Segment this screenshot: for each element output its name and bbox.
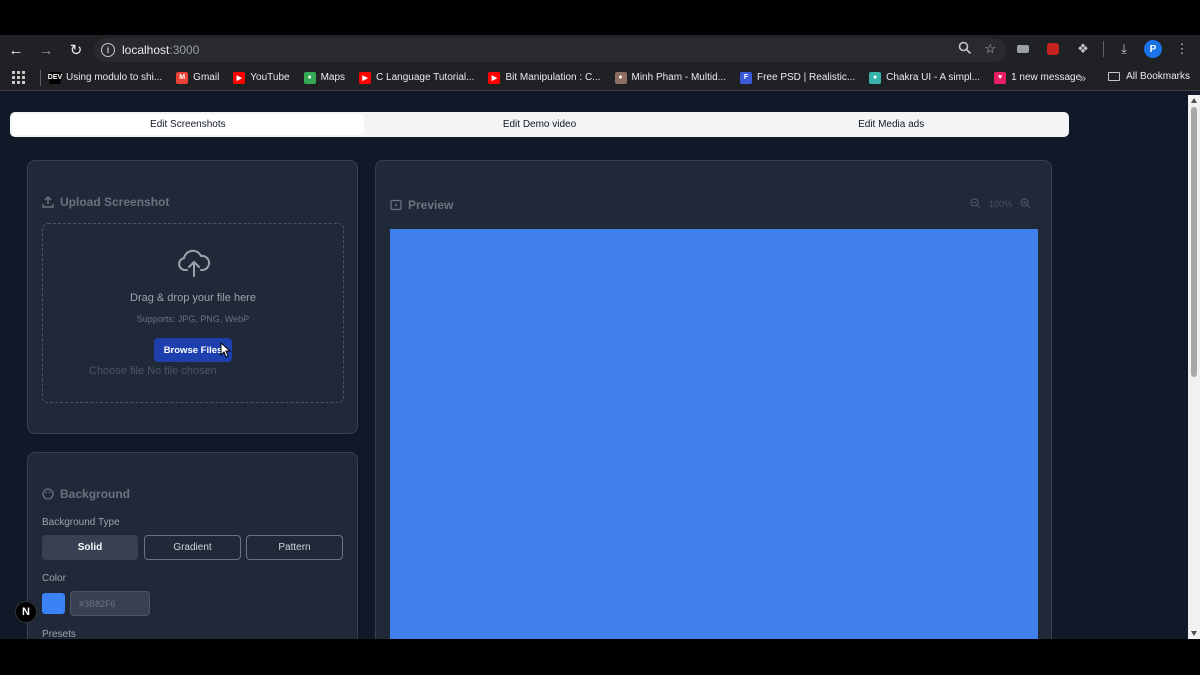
extension-icon[interactable] [1013, 39, 1033, 59]
bookmark-label: C Language Tutorial... [376, 72, 475, 83]
bookmark-favicon-icon: ● [614, 71, 627, 84]
nextjs-dev-badge[interactable]: N [15, 601, 37, 623]
preview-card: Preview 100% [375, 160, 1052, 639]
bookmark-label: 1 new message [1011, 72, 1082, 83]
bookmark-favicon-icon: ● [869, 71, 882, 84]
bookmark-favicon-icon: ▶ [359, 71, 372, 84]
bookmark-item[interactable]: ▶ YouTube [233, 71, 290, 84]
upload-card-title: Upload Screenshot [42, 195, 169, 209]
all-bookmarks-link[interactable]: All Bookmarks [1108, 71, 1190, 82]
bookmark-item[interactable]: M Gmail [176, 71, 220, 84]
presets-label: Presets [42, 629, 76, 639]
bookmark-item[interactable]: ▶ C Language Tutorial... [359, 71, 475, 84]
bookmark-favicon-icon: F [739, 71, 752, 84]
zoom-out-icon[interactable] [970, 198, 981, 209]
puzzle-icon[interactable]: ❖ [1073, 39, 1093, 59]
bookmark-favicon-icon: ♥ [994, 71, 1007, 84]
bookmark-label: Free PSD | Realistic... [756, 72, 856, 83]
zoom-in-icon[interactable] [1020, 198, 1031, 209]
bookmark-item[interactable]: DEV Using modulo to shi... [48, 71, 163, 84]
bookmark-favicon-icon: ▶ [488, 71, 501, 84]
mouse-cursor-icon [220, 342, 232, 358]
folder-icon [1108, 72, 1121, 81]
star-icon[interactable]: ☆ [984, 41, 996, 57]
background-card: Background Background Type Solid Gradien… [27, 452, 358, 639]
dropzone-text: Drag & drop your file here [130, 292, 256, 304]
browser-toolbar: ← → ↻ i localhost:3000 ☆ ❖ ⤓ P ⋮ [0, 35, 1200, 65]
scroll-up-icon[interactable] [1191, 98, 1197, 103]
bookmark-label: Bit Manipulation : C... [505, 72, 601, 83]
tab-edit-screenshots[interactable]: Edit Screenshots [12, 114, 364, 135]
bookmark-label: Minh Pham - Multid... [631, 72, 726, 83]
zoom-controls: 100% [970, 198, 1031, 209]
video-frame: ← → ↻ i localhost:3000 ☆ ❖ ⤓ P ⋮ DEV Usi… [0, 0, 1200, 675]
bookmark-list: DEV Using modulo to shi... M Gmail ▶ YouTube ●… [48, 71, 1095, 84]
background-type-gradient[interactable]: Gradient [144, 535, 241, 560]
tab-edit-media-ads[interactable]: Edit Media ads [715, 114, 1067, 135]
upload-icon [42, 196, 54, 208]
bookmark-item[interactable]: ♥ 1 new message [994, 71, 1082, 84]
zoom-level: 100% [988, 198, 1012, 209]
magnifier-icon[interactable] [958, 41, 972, 55]
color-hex-input[interactable]: #3B82F6 [70, 591, 150, 616]
app-page: Edit Screenshots Edit Demo video Edit Me… [0, 95, 1188, 639]
bookmark-item[interactable]: ● Minh Pham - Multid... [614, 71, 726, 84]
bookmark-item[interactable]: ● Maps [303, 71, 346, 84]
bookmark-item[interactable]: F Free PSD | Realistic... [739, 71, 856, 84]
toolbar-actions: ❖ ⤓ P ⋮ [1013, 39, 1192, 59]
forward-icon[interactable]: → [32, 37, 60, 63]
url-text[interactable]: localhost:3000 [122, 43, 199, 57]
toolbar-divider [1103, 41, 1104, 57]
page-scrollbar[interactable] [1188, 95, 1200, 639]
chevron-double-right-icon[interactable]: » [1079, 71, 1086, 85]
bookmarks-divider [40, 69, 41, 86]
background-type-label: Background Type [42, 517, 120, 528]
tab-edit-demo-video[interactable]: Edit Demo video [364, 114, 716, 135]
bookmark-item[interactable]: ▶ Bit Manipulation : C... [488, 71, 601, 84]
kebab-menu-icon[interactable]: ⋮ [1172, 39, 1192, 59]
bookmarks-bar: DEV Using modulo to shi... M Gmail ▶ YouTube ●… [0, 65, 1200, 91]
file-dropzone[interactable]: Drag & drop your file here Supports: JPG… [42, 223, 344, 403]
bookmark-label: Using modulo to shi... [66, 72, 163, 83]
upload-card: Upload Screenshot Drag & drop your file … [27, 160, 358, 434]
info-icon[interactable]: i [101, 43, 115, 57]
bookmark-favicon-icon: M [176, 71, 189, 84]
bookmark-label: Chakra UI - A simpl... [886, 72, 981, 83]
background-type-pattern[interactable]: Pattern [246, 535, 343, 560]
background-type-solid[interactable]: Solid [42, 535, 138, 560]
preview-canvas[interactable] [390, 229, 1038, 639]
preview-card-title: Preview [390, 198, 453, 212]
bookmark-favicon-icon: ▶ [233, 71, 246, 84]
bookmark-label: Maps [320, 72, 346, 83]
scroll-down-icon[interactable] [1191, 631, 1197, 636]
editor-tabs: Edit Screenshots Edit Demo video Edit Me… [10, 112, 1069, 137]
reload-icon[interactable]: ↻ [62, 37, 90, 63]
download-icon[interactable]: ⤓ [1114, 39, 1134, 59]
dropzone-supported-formats: Supports: JPG, PNG, WebP [136, 314, 250, 324]
bookmark-label: YouTube [250, 72, 290, 83]
back-icon[interactable]: ← [2, 37, 30, 63]
bookmark-label: Gmail [193, 72, 220, 83]
cloud-upload-icon [178, 249, 211, 277]
bookmark-favicon-icon: DEV [48, 71, 62, 84]
palette-icon [42, 488, 54, 500]
preview-icon [390, 199, 402, 211]
apps-grid-icon[interactable] [12, 70, 26, 85]
omnibox-actions: ☆ [958, 41, 996, 57]
address-bar[interactable]: i localhost:3000 ☆ [94, 38, 1006, 62]
extension-red-icon[interactable] [1043, 39, 1063, 59]
scrollbar-thumb[interactable] [1191, 107, 1197, 377]
file-input-status[interactable]: Choose file No file chosen [89, 365, 217, 377]
color-swatch[interactable] [42, 593, 65, 614]
profile-avatar[interactable]: P [1144, 40, 1162, 58]
color-label: Color [42, 573, 66, 584]
background-card-title: Background [42, 487, 130, 501]
browser-window: ← → ↻ i localhost:3000 ☆ ❖ ⤓ P ⋮ DEV Usi… [0, 35, 1200, 639]
bookmark-favicon-icon: ● [303, 71, 316, 84]
bookmark-item[interactable]: ● Chakra UI - A simpl... [869, 71, 981, 84]
